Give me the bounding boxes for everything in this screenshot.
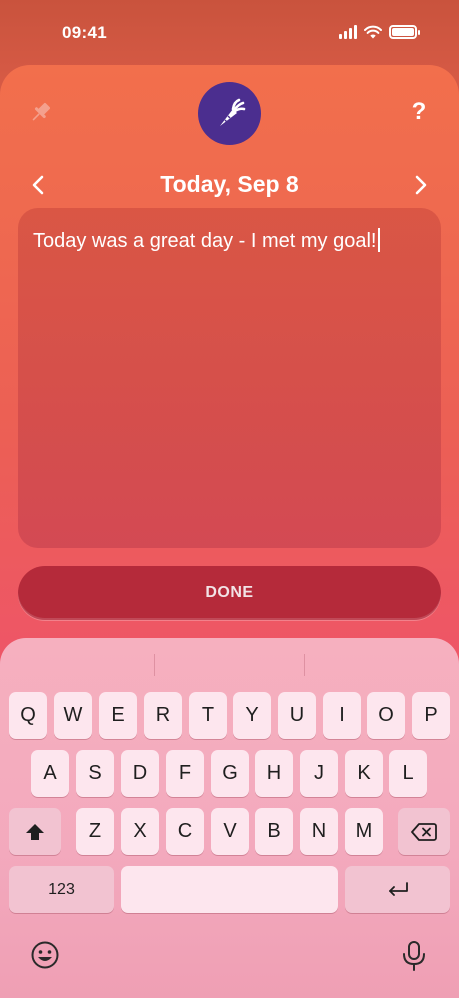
suggestion-divider [304, 654, 305, 676]
carrot-avatar [198, 82, 261, 145]
suggestion-bar [0, 650, 459, 680]
status-bar: 09:41 [0, 0, 459, 62]
key-v[interactable]: V [211, 808, 249, 855]
key-g[interactable]: G [211, 750, 249, 797]
shift-key[interactable] [9, 808, 61, 855]
carrot-icon [219, 98, 245, 126]
key-m[interactable]: M [345, 808, 383, 855]
shift-icon [26, 823, 44, 840]
app-screen: 09:41 ? Today, Sep 8 Today was a great d… [0, 0, 459, 998]
key-o[interactable]: O [367, 692, 405, 739]
key-n[interactable]: N [300, 808, 338, 855]
note-text-content: Today was a great day - I met my goal! [33, 230, 377, 252]
key-j[interactable]: J [300, 750, 338, 797]
key-f[interactable]: F [166, 750, 204, 797]
emoji-icon[interactable] [30, 940, 60, 970]
key-p[interactable]: P [412, 692, 450, 739]
note-text: Today was a great day - I met my goal! [33, 228, 380, 253]
note-textarea[interactable]: Today was a great day - I met my goal! [18, 208, 441, 548]
key-c[interactable]: C [166, 808, 204, 855]
key-a[interactable]: A [31, 750, 69, 797]
key-q[interactable]: Q [9, 692, 47, 739]
key-h[interactable]: H [255, 750, 293, 797]
date-title: Today, Sep 8 [160, 171, 299, 197]
key-t[interactable]: T [189, 692, 227, 739]
help-icon[interactable]: ? [407, 98, 431, 126]
key-r[interactable]: R [144, 692, 182, 739]
pin-icon[interactable] [26, 99, 54, 127]
numbers-key[interactable]: 123 [9, 866, 114, 913]
key-z[interactable]: Z [76, 808, 114, 855]
chevron-right-icon[interactable] [406, 171, 434, 199]
key-k[interactable]: K [345, 750, 383, 797]
key-l[interactable]: L [389, 750, 427, 797]
key-b[interactable]: B [255, 808, 293, 855]
key-d[interactable]: D [121, 750, 159, 797]
key-w[interactable]: W [54, 692, 92, 739]
date-navigation: Today, Sep 8 [0, 168, 459, 202]
microphone-icon[interactable] [400, 940, 428, 972]
key-x[interactable]: X [121, 808, 159, 855]
battery-icon [389, 25, 420, 39]
key-e[interactable]: E [99, 692, 137, 739]
key-s[interactable]: S [76, 750, 114, 797]
status-icons [339, 25, 420, 39]
key-y[interactable]: Y [233, 692, 271, 739]
return-icon [388, 881, 408, 896]
text-cursor [377, 228, 380, 252]
suggestion-divider [154, 654, 155, 676]
status-time: 09:41 [62, 23, 107, 42]
delete-key[interactable] [398, 808, 450, 855]
delete-icon [411, 822, 437, 841]
space-key[interactable] [121, 866, 338, 913]
wifi-icon [364, 25, 382, 39]
key-i[interactable]: I [323, 692, 361, 739]
key-u[interactable]: U [278, 692, 316, 739]
cellular-signal-icon [339, 25, 357, 39]
done-button[interactable]: DONE [18, 566, 441, 620]
return-key[interactable] [345, 866, 450, 913]
